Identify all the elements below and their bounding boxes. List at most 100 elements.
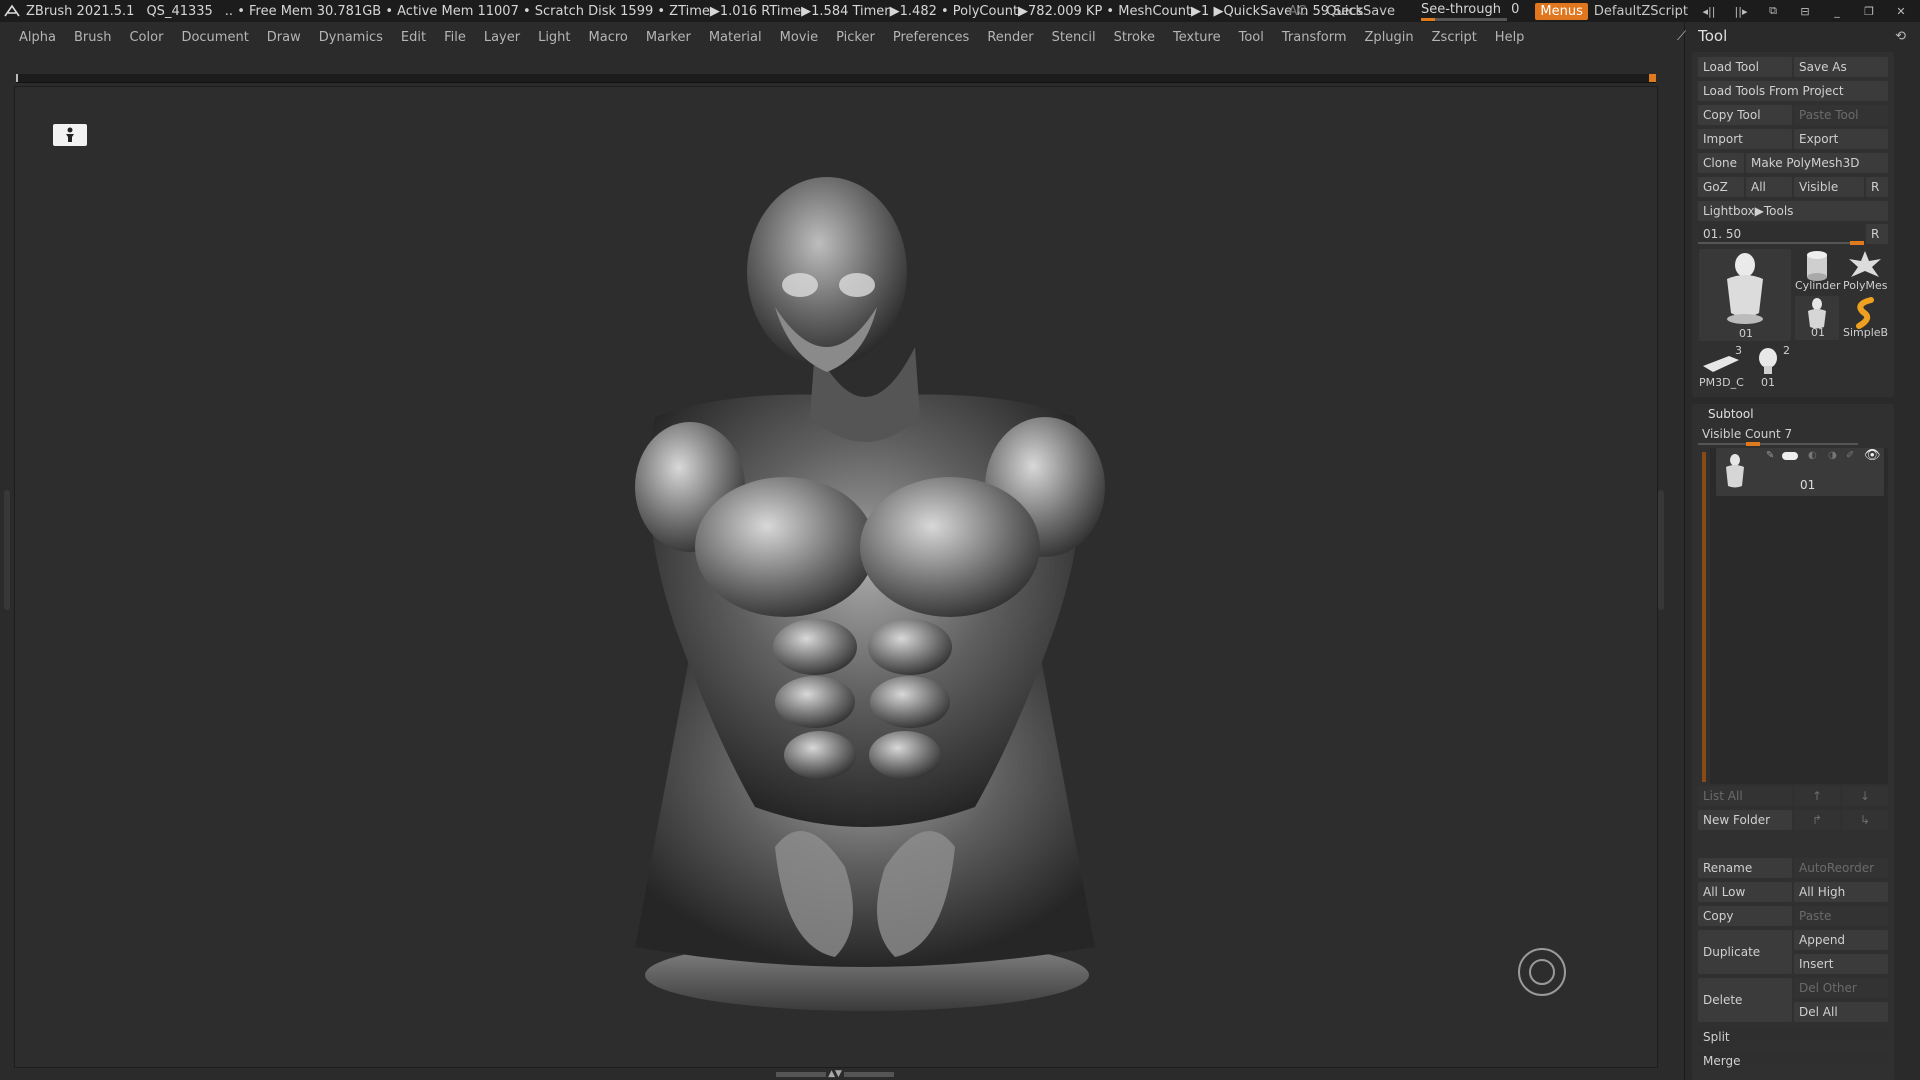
- perspective-figure-icon[interactable]: [53, 124, 87, 146]
- menu-alpha[interactable]: Alpha: [19, 30, 56, 45]
- append-button[interactable]: Append: [1794, 930, 1888, 950]
- menu-stroke[interactable]: Stroke: [1114, 30, 1155, 45]
- visible-count-slider[interactable]: Visible Count 7: [1698, 425, 1888, 446]
- list-all-button[interactable]: List All: [1698, 786, 1792, 806]
- menu-dynamics[interactable]: Dynamics: [319, 30, 383, 45]
- tool-thumb-main[interactable]: 01: [1699, 249, 1791, 341]
- quicksave-button[interactable]: QuickSave: [1326, 4, 1395, 19]
- insert-button[interactable]: Insert: [1794, 954, 1888, 974]
- refresh-icon[interactable]: ⟲: [1895, 29, 1906, 44]
- layout-left-icon[interactable]: ◂||: [1698, 4, 1720, 18]
- goz-button[interactable]: GoZ: [1698, 177, 1744, 197]
- goz-visible-button[interactable]: Visible: [1794, 177, 1864, 197]
- close-icon[interactable]: ✕: [1890, 4, 1912, 18]
- subtool-dynamesh-icon[interactable]: ◐: [1808, 450, 1817, 461]
- timeline-ruler[interactable]: [16, 74, 1656, 83]
- make-polymesh3d-button[interactable]: Make PolyMesh3D: [1746, 153, 1888, 173]
- subtool-edit-icon[interactable]: ✐: [1846, 450, 1854, 461]
- menu-edit[interactable]: Edit: [401, 30, 426, 45]
- menu-transform[interactable]: Transform: [1282, 30, 1347, 45]
- menu-brush[interactable]: Brush: [74, 30, 112, 45]
- subtool-brush-icon[interactable]: ✎: [1766, 450, 1774, 461]
- merge-button[interactable]: Merge: [1698, 1051, 1888, 1071]
- move-out-folder-button[interactable]: ↳: [1842, 810, 1888, 830]
- save-as-button[interactable]: Save As: [1794, 57, 1888, 77]
- paste-tool-button[interactable]: Paste Tool: [1794, 105, 1888, 125]
- restore-icon[interactable]: ❐: [1858, 4, 1880, 18]
- menu-zscript[interactable]: Zscript: [1432, 30, 1477, 45]
- ac-indicator[interactable]: AC: [1289, 4, 1307, 19]
- menu-preferences[interactable]: Preferences: [893, 30, 969, 45]
- subtool-eye-icon[interactable]: 👁: [1864, 448, 1881, 463]
- move-into-folder-button[interactable]: ↱: [1794, 810, 1840, 830]
- menu-picker[interactable]: Picker: [836, 30, 875, 45]
- copy-tool-button[interactable]: Copy Tool: [1698, 105, 1792, 125]
- left-tray-handle[interactable]: [4, 490, 10, 610]
- layout-right-icon[interactable]: ||▸: [1730, 4, 1752, 18]
- rename-button[interactable]: Rename: [1698, 858, 1792, 878]
- tool-thumb-head01[interactable]: 2 01: [1749, 344, 1793, 390]
- del-all-button[interactable]: Del All: [1794, 1002, 1888, 1022]
- menu-zplugin[interactable]: Zplugin: [1365, 30, 1414, 45]
- subtool-title[interactable]: Subtool: [1708, 407, 1754, 421]
- duplicate-button[interactable]: Duplicate: [1698, 930, 1792, 974]
- menu-render[interactable]: Render: [987, 30, 1033, 45]
- all-low-button[interactable]: All Low: [1698, 882, 1792, 902]
- menu-color[interactable]: Color: [129, 30, 163, 45]
- see-through-slider[interactable]: See-through 0: [1415, 2, 1525, 21]
- all-high-button[interactable]: All High: [1794, 882, 1888, 902]
- copy-subtool-button[interactable]: Copy: [1698, 906, 1792, 926]
- bottom-tray-handle[interactable]: ▲▼: [770, 1069, 900, 1079]
- menu-layer[interactable]: Layer: [484, 30, 520, 45]
- auto-reorder-button[interactable]: AutoReorder: [1794, 858, 1888, 878]
- menu-texture[interactable]: Texture: [1173, 30, 1221, 45]
- move-down-button[interactable]: ↓: [1842, 786, 1888, 806]
- tool-thumb-simpleb[interactable]: SimpleB: [1841, 296, 1889, 340]
- tool-slider[interactable]: 01. 50: [1698, 224, 1864, 244]
- subtool-list[interactable]: 01 ✎ ◐ ◑ ✐ 👁: [1710, 448, 1888, 784]
- menu-marker[interactable]: Marker: [646, 30, 691, 45]
- menu-file[interactable]: File: [444, 30, 466, 45]
- tool-thumb-cylinder[interactable]: Cylinder: [1795, 249, 1841, 293]
- timeline-end-marker[interactable]: [1649, 74, 1656, 82]
- menu-help[interactable]: Help: [1495, 30, 1525, 45]
- copy-window-icon[interactable]: ⧉: [1762, 4, 1784, 18]
- subtool-item[interactable]: 01 ✎ ◐ ◑ ✐ 👁: [1716, 448, 1884, 496]
- clone-button[interactable]: Clone: [1698, 153, 1744, 173]
- subtool-list-scrollbar[interactable]: [1702, 452, 1706, 782]
- lightbox-tools-button[interactable]: Lightbox▶Tools: [1698, 201, 1888, 221]
- tool-thumb-pm3d[interactable]: 3 PM3D_C: [1699, 344, 1745, 390]
- right-tray-handle[interactable]: [1658, 490, 1664, 610]
- tool-thumb-small01[interactable]: 01: [1795, 296, 1839, 340]
- menu-draw[interactable]: Draw: [267, 30, 301, 45]
- menu-macro[interactable]: Macro: [589, 30, 628, 45]
- new-folder-button[interactable]: New Folder: [1698, 810, 1792, 830]
- menus-button[interactable]: Menus: [1535, 2, 1588, 20]
- menu-stencil[interactable]: Stencil: [1052, 30, 1096, 45]
- goz-all-button[interactable]: All: [1746, 177, 1792, 197]
- export-button[interactable]: Export: [1794, 129, 1888, 149]
- tool-slider-r-button[interactable]: R: [1866, 224, 1888, 244]
- menu-material[interactable]: Material: [709, 30, 762, 45]
- split-button[interactable]: Split: [1698, 1027, 1888, 1047]
- menu-tool[interactable]: Tool: [1239, 30, 1264, 45]
- subtool-toggle-icon[interactable]: [1782, 452, 1798, 460]
- import-button[interactable]: Import: [1698, 129, 1792, 149]
- navigation-gizmo[interactable]: [1518, 948, 1566, 996]
- delete-button[interactable]: Delete: [1698, 978, 1792, 1022]
- move-up-button[interactable]: ↑: [1794, 786, 1840, 806]
- load-tools-from-project-button[interactable]: Load Tools From Project: [1698, 81, 1888, 101]
- menu-document[interactable]: Document: [181, 30, 248, 45]
- document-canvas[interactable]: [14, 86, 1658, 1068]
- minimize-icon[interactable]: _: [1826, 4, 1848, 18]
- tool-thumb-polymesh[interactable]: PolyMes: [1841, 249, 1889, 293]
- subtool-poly-icon[interactable]: ◑: [1828, 450, 1837, 461]
- pin-icon[interactable]: ⟋: [1677, 29, 1686, 44]
- paste-subtool-button[interactable]: Paste: [1794, 906, 1888, 926]
- load-tool-button[interactable]: Load Tool: [1698, 57, 1792, 77]
- default-zscript-button[interactable]: DefaultZScript: [1594, 4, 1688, 19]
- menu-light[interactable]: Light: [538, 30, 570, 45]
- del-other-button[interactable]: Del Other: [1794, 978, 1888, 998]
- dock-window-icon[interactable]: ⊟: [1794, 4, 1816, 18]
- menu-movie[interactable]: Movie: [780, 30, 818, 45]
